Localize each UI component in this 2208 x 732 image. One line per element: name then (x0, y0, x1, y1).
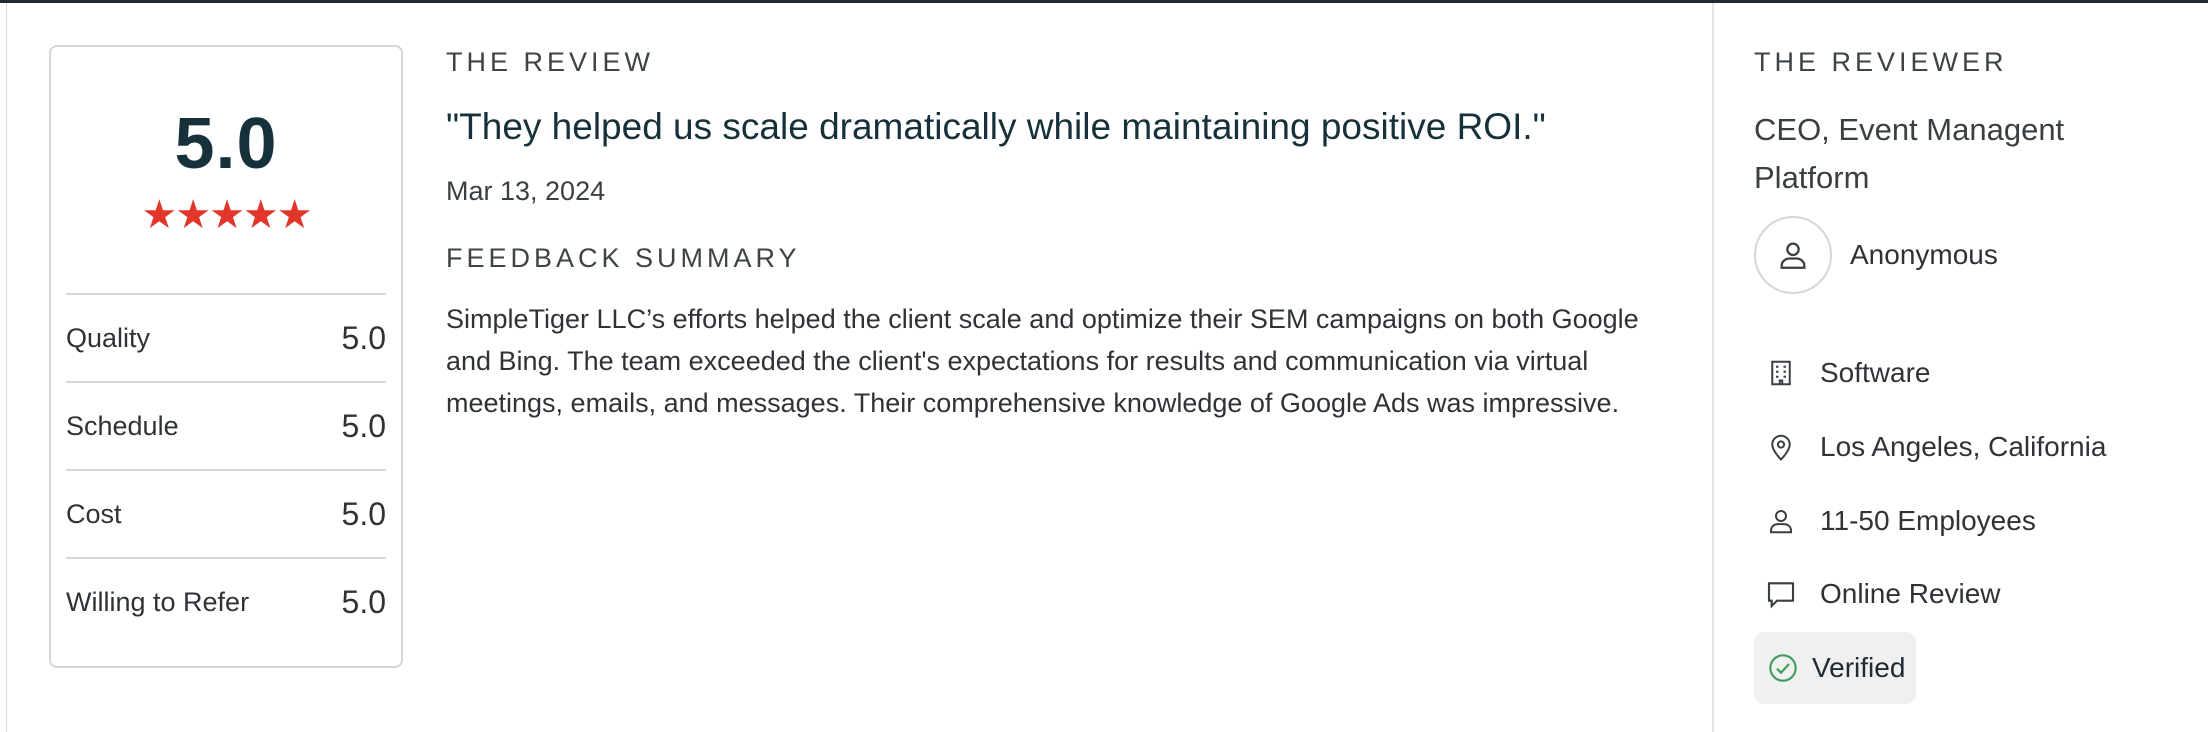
verified-label: Verified (1812, 652, 1906, 683)
rating-row-cost: Cost 5.0 (66, 469, 386, 557)
left-border (6, 3, 7, 732)
building-icon (1764, 356, 1798, 390)
reviewer-industry: Software (1764, 356, 1931, 390)
reviewer-company-size: 11-50 Employees (1764, 504, 2036, 538)
review-source-text: Online Review (1820, 578, 2001, 609)
avatar (1754, 216, 1832, 294)
reviewer-heading: THE REVIEWER (1754, 47, 2008, 77)
company-size-text: 11-50 Employees (1820, 505, 2036, 536)
rating-label: Schedule (66, 410, 179, 441)
person-icon (1780, 242, 1806, 269)
reviewer-title: CEO, Event Managent Platform (1754, 112, 2065, 195)
feedback-summary-heading: FEEDBACK SUMMARY (446, 243, 801, 273)
reviewer-location: Los Angeles, California (1764, 430, 2106, 464)
review-heading: THE REVIEW (446, 47, 655, 77)
person-icon (1764, 504, 1798, 538)
star-rating-icon: ★★★★★ (141, 193, 312, 237)
rating-breakdown: Quality 5.0 Schedule 5.0 Cost 5.0 Willin… (66, 293, 386, 645)
top-border (0, 0, 2208, 3)
rating-value: 5.0 (341, 407, 386, 444)
chat-bubble-icon (1764, 577, 1798, 611)
rating-card: 5.0 ★★★★★ Quality 5.0 Schedule 5.0 Cost … (49, 45, 403, 668)
column-divider (1712, 3, 1714, 732)
rating-value: 5.0 (341, 495, 386, 532)
rating-row-schedule: Schedule 5.0 (66, 381, 386, 469)
rating-label: Cost (66, 498, 122, 529)
review-source: Online Review (1764, 577, 2001, 611)
rating-value: 5.0 (341, 319, 386, 356)
rating-row-quality: Quality 5.0 (66, 293, 386, 381)
industry-text: Software (1820, 357, 1931, 388)
rating-value: 5.0 (341, 583, 386, 620)
review-date: Mar 13, 2024 (446, 176, 606, 206)
rating-row-willing-to-refer: Willing to Refer 5.0 (66, 557, 386, 645)
location-text: Los Angeles, California (1820, 431, 2107, 462)
reviewer-name: Anonymous (1850, 239, 1998, 270)
rating-label: Quality (66, 322, 151, 353)
feedback-summary-text: SimpleTiger LLC’s efforts helped the cli… (446, 304, 1639, 418)
location-pin-icon (1764, 430, 1798, 464)
review-quote: "They helped us scale dramatically while… (446, 106, 1546, 147)
rating-label: Willing to Refer (66, 586, 250, 617)
check-circle-icon (1766, 651, 1800, 685)
overall-score: 5.0 (174, 104, 278, 184)
verified-badge: Verified (1754, 632, 1916, 704)
